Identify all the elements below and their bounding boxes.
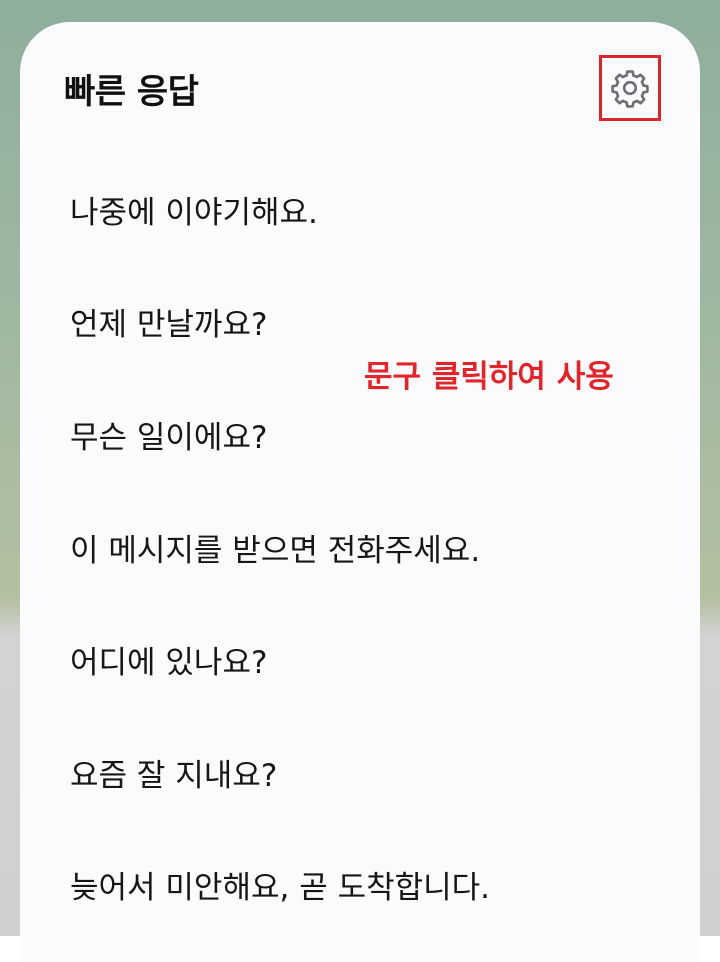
reply-item-6[interactable]: 요즘 잘 지내요? <box>70 756 277 796</box>
reply-item-4[interactable]: 이 메시지를 받으면 전화주세요. <box>70 531 480 571</box>
reply-item-2[interactable]: 언제 만날까요? <box>70 305 267 345</box>
usage-hint-annotation: 문구 클릭하여 사용 <box>364 359 614 395</box>
gear-icon <box>611 70 649 108</box>
panel-title: 빠른 응답 <box>64 72 199 112</box>
quick-reply-panel: 빠른 응답 나중에 이야기해요. 언제 만날까요? 무슨 일이에요? 이 메시지… <box>20 22 700 962</box>
reply-item-5[interactable]: 어디에 있나요? <box>70 643 267 683</box>
reply-item-3[interactable]: 무슨 일이에요? <box>70 418 267 458</box>
reply-item-1[interactable]: 나중에 이야기해요. <box>70 193 318 233</box>
settings-button[interactable] <box>599 55 661 121</box>
reply-item-7[interactable]: 늦어서 미안해요, 곧 도착합니다. <box>70 868 490 908</box>
